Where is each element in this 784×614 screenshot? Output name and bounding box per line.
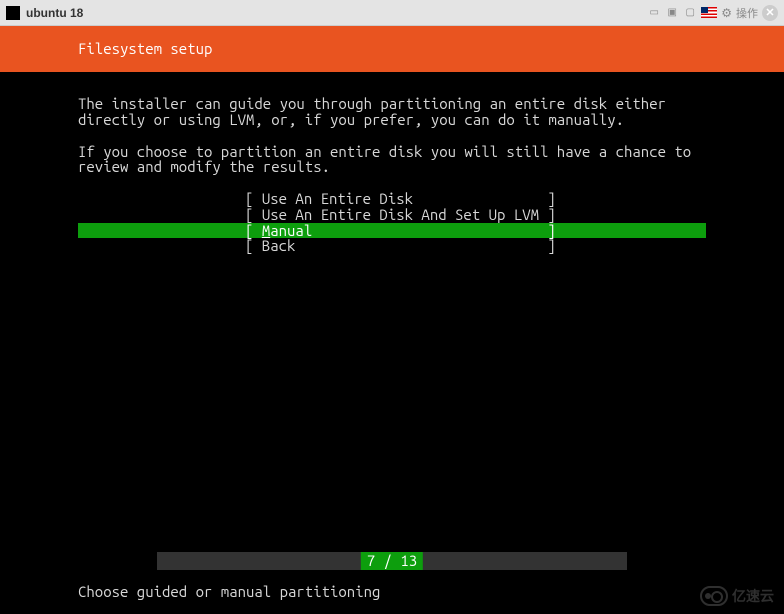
window-icon[interactable]: ▣ [665, 6, 679, 20]
window-titlebar: ubuntu 18 ▭ ▣ ▢ ⚙ 操作 ✕ [0, 0, 784, 26]
menu-item-entire-disk-lvm[interactable]: [ Use An Entire Disk And Set Up LVM ] [78, 207, 706, 223]
installer-content: The installer can guide you through part… [0, 72, 784, 254]
status-hint: Choose guided or manual partitioning [78, 584, 380, 600]
menu-item-entire-disk[interactable]: [ Use An Entire Disk ] [78, 191, 706, 207]
watermark: 亿速云 [700, 586, 774, 606]
expand-icon[interactable]: ▢ [683, 6, 697, 20]
titlebar-controls: ▭ ▣ ▢ ⚙ 操作 ✕ [647, 5, 778, 21]
partition-menu: [ Use An Entire Disk ] [ Use An Entire D… [78, 191, 706, 254]
watermark-text: 亿速云 [732, 589, 774, 604]
action-menu-label[interactable]: 操作 [736, 5, 758, 21]
gear-icon[interactable]: ⚙ [721, 6, 732, 20]
menu-item-back[interactable]: [ Back ] [78, 238, 706, 254]
app-icon [6, 6, 20, 20]
progress-bar: 7 / 13 [157, 552, 627, 570]
installer-title: Filesystem setup [78, 41, 212, 57]
installer-header: Filesystem setup [0, 26, 784, 72]
terminal-screen: Filesystem setup The installer can guide… [0, 26, 784, 614]
description-para-1: The installer can guide you through part… [78, 96, 706, 128]
window-title: ubuntu 18 [26, 6, 83, 20]
watermark-logo-icon [700, 586, 728, 606]
menu-item-manual[interactable]: [ Manual ] [78, 223, 706, 239]
flag-us-icon[interactable] [701, 7, 717, 18]
screen-icon[interactable]: ▭ [647, 6, 661, 20]
close-icon[interactable]: ✕ [762, 5, 778, 21]
progress-indicator: 7 / 13 [361, 552, 423, 570]
description-para-2: If you choose to partition an entire dis… [78, 144, 706, 176]
